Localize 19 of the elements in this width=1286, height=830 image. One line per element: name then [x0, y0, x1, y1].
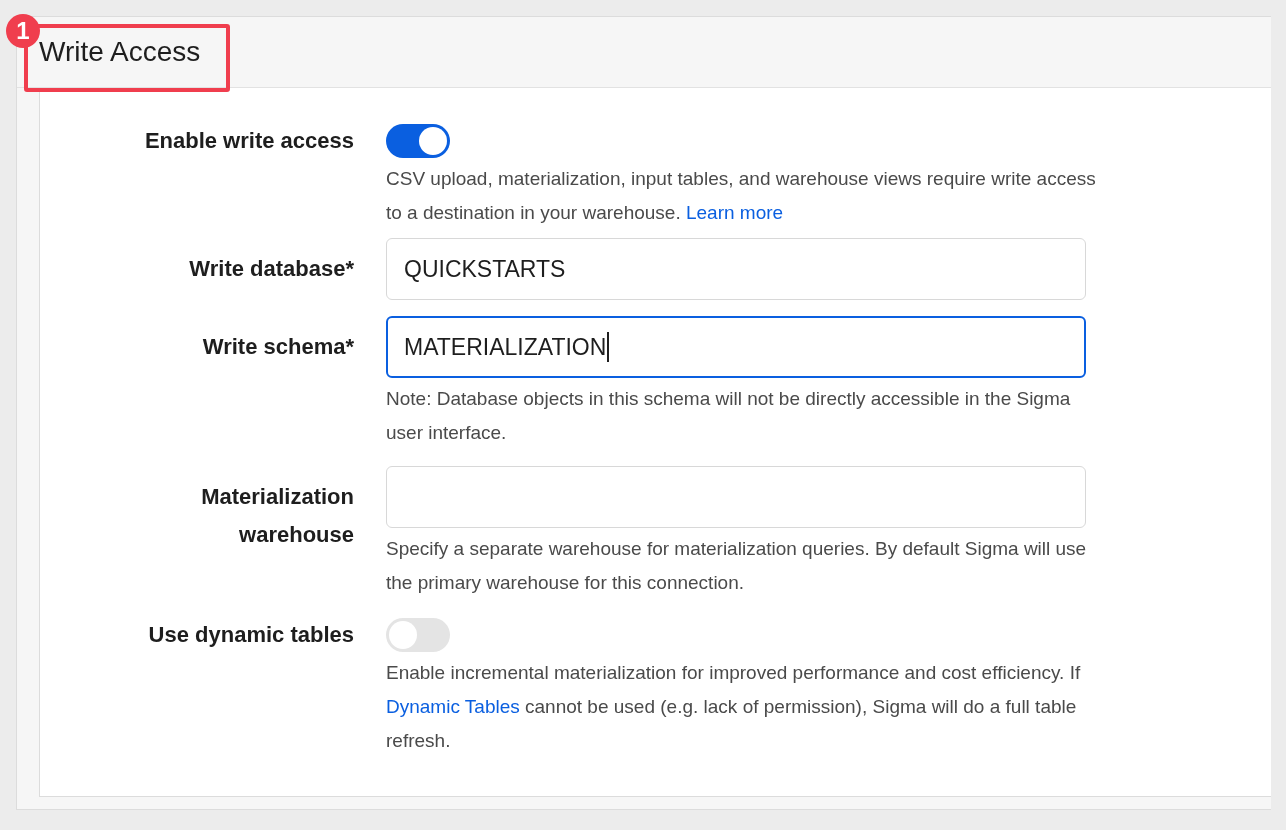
field-label: Write database*	[189, 255, 354, 283]
text-cursor	[607, 332, 610, 362]
input-field[interactable]	[386, 466, 1086, 528]
number-badge: 1	[6, 14, 40, 48]
field-label: Write schema*	[202, 333, 354, 361]
help-text: Note: Database objects in this schema will not be directly accessible in the Sigma user interface.	[386, 387, 1072, 445]
input-field[interactable]: MATERIALIZATION	[386, 316, 1086, 378]
field-label: Use dynamic tables	[148, 621, 354, 649]
help-text: CSV upload, materialization, input tables, and warehouse views require write access to a destination in your warehouse. Learn more	[386, 167, 1097, 225]
field-label: Materialization warehouse	[200, 483, 354, 549]
toggle-switch[interactable]	[386, 618, 450, 652]
help-text: Specify a separate warehouse for materialization queries. By default Sigma will use the primary warehouse for this connection.	[386, 537, 1088, 595]
help-link[interactable]: Dynamic Tables	[386, 696, 520, 717]
input-field[interactable]: QUICKSTARTS	[386, 238, 1086, 300]
section-title: Write Access	[39, 36, 201, 68]
toggle-switch[interactable]	[386, 124, 450, 158]
help-link[interactable]: Learn more	[685, 202, 784, 223]
help-text: Enable incremental materialization for improved performance and cost efficiency. If Dynamic Tables cannot be used (e.g. lack of permission), Sigma will do a full table refresh.	[386, 661, 1082, 753]
field-label: Enable write access	[144, 127, 354, 155]
